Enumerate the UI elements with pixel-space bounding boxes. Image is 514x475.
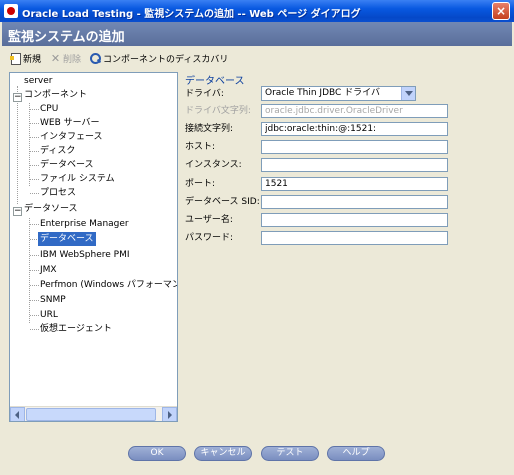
tree-connector xyxy=(30,137,39,138)
cancel-button[interactable]: キャンセル xyxy=(194,446,252,461)
tree-node-perfmon[interactable]: Perfmon (Windows パフォーマンス xyxy=(40,278,177,292)
scroll-thumb[interactable] xyxy=(26,408,156,421)
collapse-icon[interactable]: − xyxy=(13,93,22,102)
new-document-icon xyxy=(10,52,21,65)
tree-node-server[interactable]: server xyxy=(24,74,53,88)
tree-node-websphere-pmi[interactable]: IBM WebSphere PMI xyxy=(40,248,130,262)
ok-button[interactable]: OK xyxy=(128,446,186,461)
toolbar: 新規 ✕ 削除 コンポーネントのディスカバリ xyxy=(2,47,512,67)
chevron-down-icon[interactable] xyxy=(401,87,415,100)
discover-components-button[interactable]: コンポーネントのディスカバリ xyxy=(90,51,228,65)
window-title: Oracle Load Testing - 監視システムの追加 -- Web ペ… xyxy=(22,9,361,20)
scroll-right-arrow-icon[interactable] xyxy=(162,407,177,421)
connection-string-label: 接続文字列: xyxy=(185,124,234,134)
delete-button[interactable]: ✕ 削除 xyxy=(50,51,81,65)
tree-connector xyxy=(29,103,30,186)
test-button[interactable]: テスト xyxy=(261,446,319,461)
discover-button-label: コンポーネントのディスカバリ xyxy=(103,54,229,65)
tree-node-file-system[interactable]: ファイル システム xyxy=(40,172,115,186)
form-section-title: データベース xyxy=(185,76,245,87)
password-label: パスワード: xyxy=(185,233,234,243)
tree-connector xyxy=(30,329,39,330)
tree-connector xyxy=(30,270,39,271)
tree-node-virtual-agent[interactable]: 仮想エージェント xyxy=(40,322,112,336)
delete-button-label: 削除 xyxy=(63,54,82,65)
tree-connector xyxy=(30,193,39,194)
tree-connector xyxy=(30,300,39,301)
driver-select-value: Oracle Thin JDBC ドライバ xyxy=(265,88,380,98)
tree-node-components[interactable]: コンポーネント xyxy=(24,88,87,102)
password-field[interactable] xyxy=(261,231,448,245)
ie-app-icon xyxy=(4,4,18,18)
port-field[interactable] xyxy=(261,177,448,191)
tree-connector xyxy=(30,123,39,124)
help-button[interactable]: ヘルプ xyxy=(327,446,385,461)
tree-node-datasource-database[interactable]: データベース xyxy=(38,232,96,246)
tree-content: server − コンポーネント CPU WEB サーバー インタフェース ディ… xyxy=(10,73,177,405)
driver-label: ドライバ: xyxy=(185,89,224,99)
tree-connector xyxy=(30,285,39,286)
driver-string-field[interactable] xyxy=(261,104,448,118)
delete-x-icon: ✕ xyxy=(50,51,61,65)
database-sid-field[interactable] xyxy=(261,195,448,209)
collapse-icon[interactable]: − xyxy=(13,207,22,216)
new-button[interactable]: 新規 xyxy=(10,51,41,65)
tree-connector xyxy=(30,165,39,166)
tree-node-url[interactable]: URL xyxy=(40,308,58,322)
tree-node-process[interactable]: プロセス xyxy=(40,186,76,200)
port-label: ポート: xyxy=(185,179,216,189)
driver-string-label: ドライバ文字列: xyxy=(185,106,251,116)
tree-node-database[interactable]: データベース xyxy=(40,158,94,172)
scroll-left-arrow-icon[interactable] xyxy=(10,407,25,421)
driver-select[interactable]: Oracle Thin JDBC ドライバ xyxy=(261,86,416,101)
tree-node-disk[interactable]: ディスク xyxy=(40,144,75,158)
window-titlebar: Oracle Load Testing - 監視システムの追加 -- Web ペ… xyxy=(0,0,514,22)
host-label: ホスト: xyxy=(185,142,216,152)
tree-horizontal-scrollbar[interactable] xyxy=(10,406,177,421)
database-sid-label: データベース SID: xyxy=(185,197,260,207)
tree-node-web-server[interactable]: WEB サーバー xyxy=(40,116,100,130)
dialog-title: 監視システムの追加 xyxy=(8,30,125,45)
tree-node-datasources[interactable]: データソース xyxy=(24,202,78,216)
tree-connector xyxy=(30,179,39,180)
tree-connector xyxy=(30,224,39,225)
tree-connector xyxy=(30,255,39,256)
instance-label: インスタンス: xyxy=(185,160,242,170)
dialog-header: 監視システムの追加 xyxy=(2,22,512,46)
tree-connector xyxy=(30,109,39,110)
tree-node-snmp[interactable]: SNMP xyxy=(40,293,66,307)
tree-connector xyxy=(30,151,39,152)
instance-field[interactable] xyxy=(261,158,448,172)
username-field[interactable] xyxy=(261,213,448,227)
magnifier-icon xyxy=(90,52,101,64)
host-field[interactable] xyxy=(261,140,448,154)
username-label: ユーザー名: xyxy=(185,215,233,225)
tree-node-cpu[interactable]: CPU xyxy=(40,102,58,116)
tree-connector xyxy=(30,315,39,316)
tree-node-jmx[interactable]: JMX xyxy=(40,263,57,277)
new-button-label: 新規 xyxy=(23,54,42,65)
connection-string-field[interactable] xyxy=(261,122,448,136)
tree-node-enterprise-manager[interactable]: Enterprise Manager xyxy=(40,217,129,231)
component-tree[interactable]: server − コンポーネント CPU WEB サーバー インタフェース ディ… xyxy=(9,72,178,422)
tree-connector xyxy=(17,86,18,204)
tree-node-interface[interactable]: インタフェース xyxy=(40,130,103,144)
window-close-button[interactable]: × xyxy=(492,2,510,20)
